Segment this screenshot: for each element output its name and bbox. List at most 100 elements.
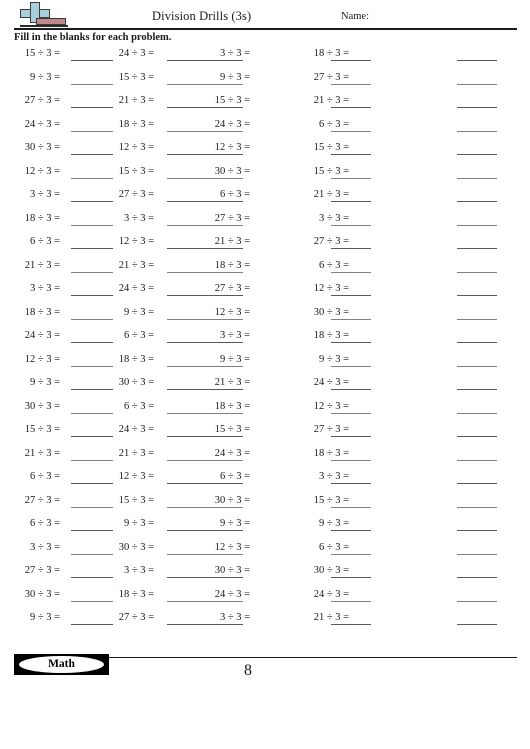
problem-row: 6 ÷ 3 = 12 ÷ 3 = 21 ÷ 3 = 27 ÷ 3 = bbox=[0, 234, 530, 258]
division-problem: 9 ÷ 3 = bbox=[123, 518, 154, 529]
division-problem: 15 ÷ 3 = bbox=[24, 424, 60, 435]
problem-row: 9 ÷ 3 = 15 ÷ 3 = 9 ÷ 3 = 27 ÷ 3 = bbox=[0, 70, 530, 94]
problem-row: 21 ÷ 3 = 21 ÷ 3 = 24 ÷ 3 = 18 ÷ 3 = bbox=[0, 446, 530, 470]
problem-row: 6 ÷ 3 = 12 ÷ 3 = 6 ÷ 3 = 3 ÷ 3 = bbox=[0, 469, 530, 493]
division-problem: 30 ÷ 3 = bbox=[214, 165, 250, 177]
division-problem: 30 ÷ 3 = bbox=[24, 400, 60, 412]
division-problem: 18 ÷ 3 = bbox=[24, 212, 60, 224]
problem-row: 30 ÷ 3 = 18 ÷ 3 = 24 ÷ 3 = 24 ÷ 3 = bbox=[0, 587, 530, 611]
division-problem: 9 ÷ 3 = bbox=[219, 353, 250, 365]
division-problem: 9 ÷ 3 = bbox=[29, 377, 60, 388]
division-problem: 15 ÷ 3 = bbox=[313, 165, 349, 177]
answer-blank[interactable] bbox=[457, 342, 497, 343]
answer-blank[interactable] bbox=[457, 295, 497, 296]
problem-row: 24 ÷ 3 = 18 ÷ 3 = 24 ÷ 3 = 6 ÷ 3 = bbox=[0, 117, 530, 141]
problem-row: 21 ÷ 3 = 21 ÷ 3 = 18 ÷ 3 = 6 ÷ 3 = bbox=[0, 258, 530, 282]
division-problem: 15 ÷ 3 = bbox=[118, 165, 154, 177]
division-problem: 30 ÷ 3 = bbox=[24, 142, 60, 153]
division-problem: 3 ÷ 3 = bbox=[318, 471, 349, 482]
logo-base-line bbox=[20, 25, 68, 27]
division-problem: 15 ÷ 3 = bbox=[313, 142, 349, 153]
division-problem: 27 ÷ 3 = bbox=[214, 283, 250, 294]
division-problem: 6 ÷ 3 = bbox=[318, 541, 349, 553]
division-problem: 30 ÷ 3 = bbox=[214, 565, 250, 576]
answer-blank[interactable] bbox=[457, 107, 497, 108]
division-problem: 30 ÷ 3 = bbox=[313, 306, 349, 318]
division-problem: 24 ÷ 3 = bbox=[118, 283, 154, 294]
division-problem: 21 ÷ 3 = bbox=[24, 259, 60, 271]
answer-blank[interactable] bbox=[457, 60, 497, 61]
answer-blank[interactable] bbox=[457, 483, 497, 484]
division-problem: 30 ÷ 3 = bbox=[313, 565, 349, 576]
answer-blank[interactable] bbox=[457, 389, 497, 390]
division-problem: 27 ÷ 3 = bbox=[313, 424, 349, 435]
division-problem: 6 ÷ 3 = bbox=[123, 330, 154, 341]
division-problem: 24 ÷ 3 = bbox=[24, 118, 60, 130]
division-problem: 6 ÷ 3 = bbox=[29, 236, 60, 247]
division-problem: 21 ÷ 3 = bbox=[24, 447, 60, 459]
division-problem: 18 ÷ 3 = bbox=[214, 259, 250, 271]
division-problem: 3 ÷ 3 = bbox=[219, 612, 250, 623]
division-problem: 9 ÷ 3 = bbox=[318, 518, 349, 529]
answer-blank[interactable] bbox=[457, 83, 497, 85]
answer-blank[interactable] bbox=[457, 506, 497, 508]
division-problem: 30 ÷ 3 = bbox=[214, 494, 250, 506]
division-problem: 15 ÷ 3 = bbox=[313, 494, 349, 506]
problem-row: 6 ÷ 3 = 9 ÷ 3 = 9 ÷ 3 = 9 ÷ 3 = bbox=[0, 516, 530, 540]
worksheet-footer: Math 8 bbox=[0, 648, 530, 688]
answer-blank[interactable] bbox=[457, 154, 497, 155]
answer-blank[interactable] bbox=[457, 130, 497, 132]
answer-blank[interactable] bbox=[457, 201, 497, 202]
division-problem: 3 ÷ 3 = bbox=[123, 212, 154, 224]
division-problem: 12 ÷ 3 = bbox=[313, 283, 349, 294]
division-problem: 21 ÷ 3 = bbox=[118, 259, 154, 271]
division-problem: 30 ÷ 3 = bbox=[118, 541, 154, 553]
answer-blank[interactable] bbox=[457, 530, 497, 531]
problem-row: 27 ÷ 3 = 3 ÷ 3 = 30 ÷ 3 = 30 ÷ 3 = bbox=[0, 563, 530, 587]
problem-row: 12 ÷ 3 = 18 ÷ 3 = 9 ÷ 3 = 9 ÷ 3 = bbox=[0, 352, 530, 376]
problem-row: 9 ÷ 3 = 30 ÷ 3 = 21 ÷ 3 = 24 ÷ 3 = bbox=[0, 375, 530, 399]
answer-blank[interactable] bbox=[457, 318, 497, 320]
footer-divider bbox=[109, 657, 517, 658]
answer-blank[interactable] bbox=[457, 412, 497, 414]
answer-blank[interactable] bbox=[457, 600, 497, 602]
division-problem: 27 ÷ 3 = bbox=[214, 212, 250, 224]
division-problem: 21 ÷ 3 = bbox=[118, 447, 154, 459]
division-problem: 27 ÷ 3 = bbox=[118, 189, 154, 200]
division-problem: 3 ÷ 3 = bbox=[219, 48, 250, 59]
answer-blank[interactable] bbox=[457, 271, 497, 273]
division-problem: 9 ÷ 3 = bbox=[29, 612, 60, 623]
division-problem: 6 ÷ 3 = bbox=[318, 118, 349, 130]
division-problem: 12 ÷ 3 = bbox=[24, 165, 60, 177]
division-problem: 15 ÷ 3 = bbox=[214, 95, 250, 106]
division-problem: 18 ÷ 3 = bbox=[118, 588, 154, 600]
answer-blank[interactable] bbox=[457, 459, 497, 461]
answer-blank[interactable] bbox=[457, 553, 497, 555]
logo-red-bar bbox=[36, 18, 66, 25]
division-problem: 21 ÷ 3 = bbox=[118, 95, 154, 106]
division-problem: 9 ÷ 3 = bbox=[123, 306, 154, 318]
answer-blank[interactable] bbox=[457, 365, 497, 367]
division-problem: 12 ÷ 3 = bbox=[118, 236, 154, 247]
division-problem: 12 ÷ 3 = bbox=[214, 541, 250, 553]
answer-blank[interactable] bbox=[457, 248, 497, 249]
answer-blank[interactable] bbox=[457, 436, 497, 437]
problem-row: 12 ÷ 3 = 15 ÷ 3 = 30 ÷ 3 = 15 ÷ 3 = bbox=[0, 164, 530, 188]
division-problem: 12 ÷ 3 = bbox=[118, 142, 154, 153]
division-problem: 24 ÷ 3 = bbox=[118, 424, 154, 435]
division-problem: 27 ÷ 3 = bbox=[24, 494, 60, 506]
problem-row: 30 ÷ 3 = 6 ÷ 3 = 18 ÷ 3 = 12 ÷ 3 = bbox=[0, 399, 530, 423]
problem-row: 15 ÷ 3 = 24 ÷ 3 = 3 ÷ 3 = 18 ÷ 3 = bbox=[0, 46, 530, 70]
division-problem: 12 ÷ 3 = bbox=[118, 471, 154, 482]
division-problem: 24 ÷ 3 = bbox=[214, 588, 250, 600]
division-problem: 9 ÷ 3 = bbox=[318, 353, 349, 365]
answer-blank[interactable] bbox=[457, 624, 497, 625]
answer-blank[interactable] bbox=[457, 177, 497, 179]
division-problem: 15 ÷ 3 = bbox=[118, 71, 154, 83]
division-problem: 30 ÷ 3 = bbox=[118, 377, 154, 388]
problem-row: 18 ÷ 3 = 9 ÷ 3 = 12 ÷ 3 = 30 ÷ 3 = bbox=[0, 305, 530, 329]
answer-blank[interactable] bbox=[457, 577, 497, 578]
problem-row: 30 ÷ 3 = 12 ÷ 3 = 12 ÷ 3 = 15 ÷ 3 = bbox=[0, 140, 530, 164]
division-problem: 24 ÷ 3 = bbox=[214, 118, 250, 130]
answer-blank[interactable] bbox=[457, 224, 497, 226]
